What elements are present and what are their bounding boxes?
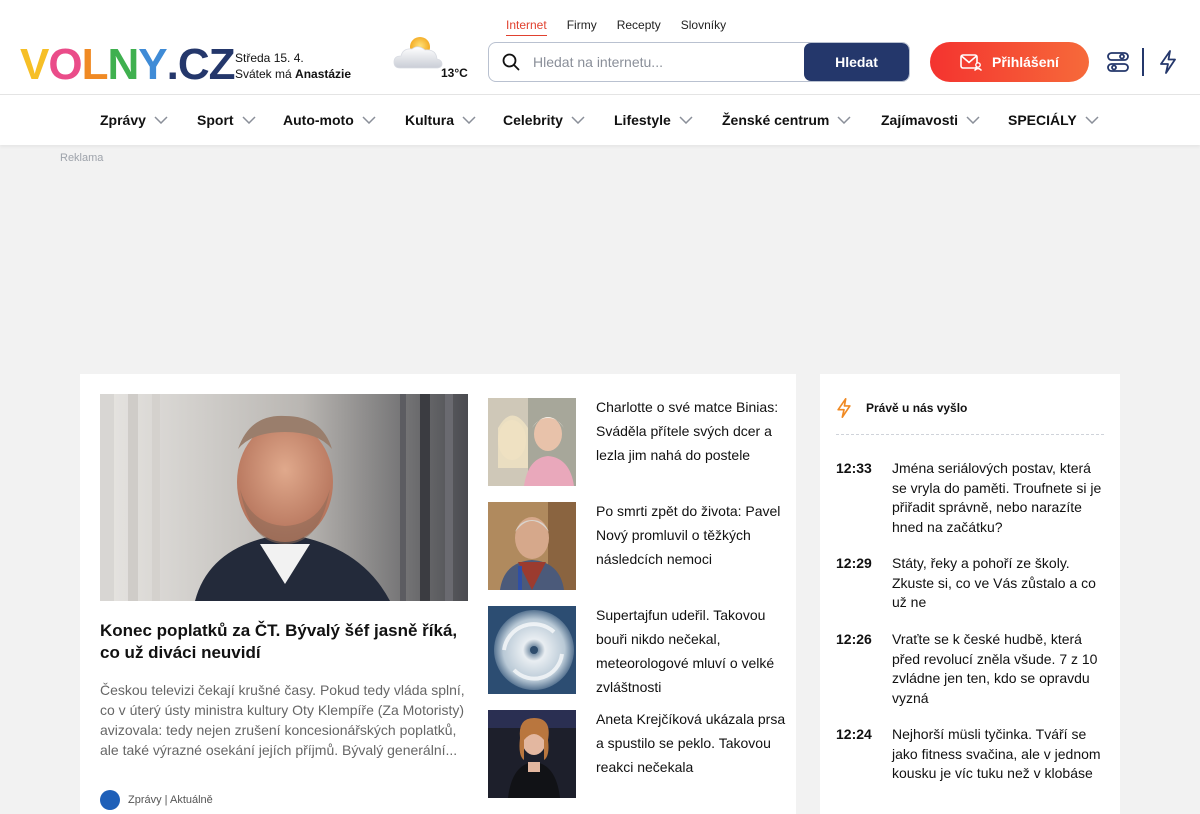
latest-time: 12:24 bbox=[836, 726, 872, 742]
latest-articles-panel: Právě u nás vyšlo 12:33 Jména seriálovýc… bbox=[820, 374, 1120, 814]
latest-time: 12:26 bbox=[836, 631, 872, 647]
nav-item-specialy[interactable]: SPECIÁLY bbox=[1008, 95, 1099, 145]
article-thumbnail bbox=[488, 606, 576, 694]
logo-letter: . bbox=[166, 40, 179, 89]
search-input[interactable] bbox=[533, 54, 804, 70]
nav-item-sport[interactable]: Sport bbox=[197, 95, 256, 145]
latest-time: 12:29 bbox=[836, 555, 872, 571]
nav-label: Auto-moto bbox=[283, 112, 354, 128]
latest-item[interactable]: 12:33 Jména seriálových postav, která se… bbox=[836, 459, 1104, 537]
nav-item-zajimavosti[interactable]: Zajímavosti bbox=[881, 95, 980, 145]
article-thumbnail bbox=[488, 502, 576, 590]
main-articles-card: Konec poplatků za ČT. Bývalý šéf jasně ř… bbox=[80, 374, 796, 814]
chevron-down-icon bbox=[571, 116, 585, 124]
tab-internet[interactable]: Internet bbox=[506, 18, 547, 36]
chevron-down-icon bbox=[154, 116, 168, 124]
nameday-line: Svátek má Anastázie bbox=[235, 66, 351, 82]
nav-item-auto-moto[interactable]: Auto-moto bbox=[283, 95, 376, 145]
lead-article-title[interactable]: Konec poplatků za ČT. Bývalý šéf jasně ř… bbox=[100, 620, 468, 664]
nav-label: Lifestyle bbox=[614, 112, 671, 128]
nav-label: Ženské centrum bbox=[722, 112, 830, 128]
date-line: Středa 15. 4. bbox=[235, 51, 304, 65]
side-article-title: Charlotte o své matce Binias: Sváděla př… bbox=[596, 399, 779, 463]
logo-letter: L bbox=[81, 40, 109, 89]
search-service-tabs: Internet Firmy Recepty Slovníky bbox=[506, 18, 726, 36]
search-icon bbox=[489, 43, 533, 81]
temperature: 13°C bbox=[441, 66, 468, 80]
side-article[interactable]: Aneta Krejčíková ukázala prsa a spustilo… bbox=[488, 710, 788, 798]
logo-letter: O bbox=[48, 40, 82, 89]
chevron-down-icon bbox=[362, 116, 376, 124]
nav-item-celebrity[interactable]: Celebrity bbox=[503, 95, 585, 145]
lightning-icon bbox=[837, 398, 851, 418]
tab-firmy[interactable]: Firmy bbox=[567, 18, 597, 36]
side-article-title: Po smrti zpět do života: Pavel Nový prom… bbox=[596, 503, 781, 567]
partly-cloudy-icon bbox=[393, 37, 443, 69]
nav-label: Kultura bbox=[405, 112, 454, 128]
login-button[interactable]: Přihlášení bbox=[930, 42, 1089, 82]
nav-label: Zprávy bbox=[100, 112, 146, 128]
login-label: Přihlášení bbox=[992, 54, 1059, 70]
source-label: Zprávy | Aktuálně bbox=[128, 794, 213, 806]
latest-title: Státy, řeky a pohoří ze školy. Zkuste si… bbox=[892, 555, 1096, 610]
logo-letter: N bbox=[107, 40, 139, 89]
article-thumbnail bbox=[488, 398, 576, 486]
ad-label: Reklama bbox=[60, 152, 104, 164]
header-divider bbox=[1142, 48, 1144, 76]
logo-letter: Z bbox=[208, 40, 236, 89]
latest-item[interactable]: 12:24 Nejhorší müsli tyčinka. Tváří se j… bbox=[836, 725, 1104, 784]
chevron-down-icon bbox=[242, 116, 256, 124]
latest-item[interactable]: 12:26 Vraťte se k české hudbě, která pře… bbox=[836, 630, 1104, 708]
main-nav: Zprávy Sport Auto-moto Kultura Celebrity… bbox=[0, 95, 1200, 145]
nav-label: Celebrity bbox=[503, 112, 563, 128]
side-article-title: Supertajfun udeřil. Takovou bouři nikdo … bbox=[596, 607, 775, 695]
lead-article-image[interactable] bbox=[100, 394, 468, 601]
side-article-title: Aneta Krejčíková ukázala prsa a spustilo… bbox=[596, 711, 786, 775]
latest-title: Jména seriálových postav, která se vryla… bbox=[892, 460, 1102, 535]
lead-article-source[interactable]: Zprávy | Aktuálně bbox=[100, 790, 213, 810]
search-button[interactable]: Hledat bbox=[804, 43, 909, 81]
nameday-name: Anastázie bbox=[295, 67, 352, 81]
volny-logo[interactable]: V O L N Y . C Z bbox=[20, 40, 236, 89]
chevron-down-icon bbox=[966, 116, 980, 124]
latest-item[interactable]: 12:29 Státy, řeky a pohoří ze školy. Zku… bbox=[836, 554, 1104, 613]
chevron-down-icon bbox=[679, 116, 693, 124]
latest-time: 12:33 bbox=[836, 460, 872, 476]
latest-heading-text: Právě u nás vyšlo bbox=[866, 401, 968, 415]
tab-recepty[interactable]: Recepty bbox=[617, 18, 661, 36]
chevron-down-icon bbox=[1085, 116, 1099, 124]
mail-user-icon bbox=[960, 54, 983, 71]
lightning-icon[interactable] bbox=[1155, 48, 1181, 76]
chevron-down-icon bbox=[837, 116, 851, 124]
logo-letter: Y bbox=[138, 40, 167, 89]
logo-letter: V bbox=[20, 40, 49, 89]
divider bbox=[836, 434, 1104, 435]
lead-article-perex: Českou televizi čekají krušné časy. Poku… bbox=[100, 682, 465, 758]
date-nameday: Středa 15. 4. Svátek má Anastázie bbox=[235, 50, 351, 82]
tab-slovniky[interactable]: Slovníky bbox=[681, 18, 726, 36]
nav-label: SPECIÁLY bbox=[1008, 112, 1077, 128]
nav-label: Zajímavosti bbox=[881, 112, 959, 128]
top-header: V O L N Y . C Z Středa 15. 4. Svátek má … bbox=[0, 0, 1200, 95]
nav-label: Sport bbox=[197, 112, 234, 128]
settings-sliders-icon[interactable] bbox=[1105, 48, 1131, 76]
side-article[interactable]: Supertajfun udeřil. Takovou bouři nikdo … bbox=[488, 606, 788, 695]
source-icon bbox=[100, 790, 120, 810]
logo-letter: C bbox=[177, 40, 210, 89]
latest-heading: Právě u nás vyšlo bbox=[836, 398, 967, 418]
side-article[interactable]: Charlotte o své matce Binias: Sváděla př… bbox=[488, 398, 788, 486]
nav-item-zenske-centrum[interactable]: Ženské centrum bbox=[722, 95, 851, 145]
weather-widget[interactable]: 13°C bbox=[392, 34, 472, 84]
latest-title: Nejhorší müsli tyčinka. Tváří se jako fi… bbox=[892, 726, 1101, 781]
side-article[interactable]: Po smrti zpět do života: Pavel Nový prom… bbox=[488, 502, 788, 590]
nameday-prefix: Svátek má bbox=[235, 67, 292, 81]
nav-item-kultura[interactable]: Kultura bbox=[405, 95, 476, 145]
article-thumbnail bbox=[488, 710, 576, 798]
chevron-down-icon bbox=[462, 116, 476, 124]
nav-item-lifestyle[interactable]: Lifestyle bbox=[614, 95, 693, 145]
search-box: Hledat bbox=[488, 42, 910, 82]
latest-title: Vraťte se k české hudbě, která před revo… bbox=[892, 631, 1098, 706]
nav-item-zpravy[interactable]: Zprávy bbox=[100, 95, 168, 145]
